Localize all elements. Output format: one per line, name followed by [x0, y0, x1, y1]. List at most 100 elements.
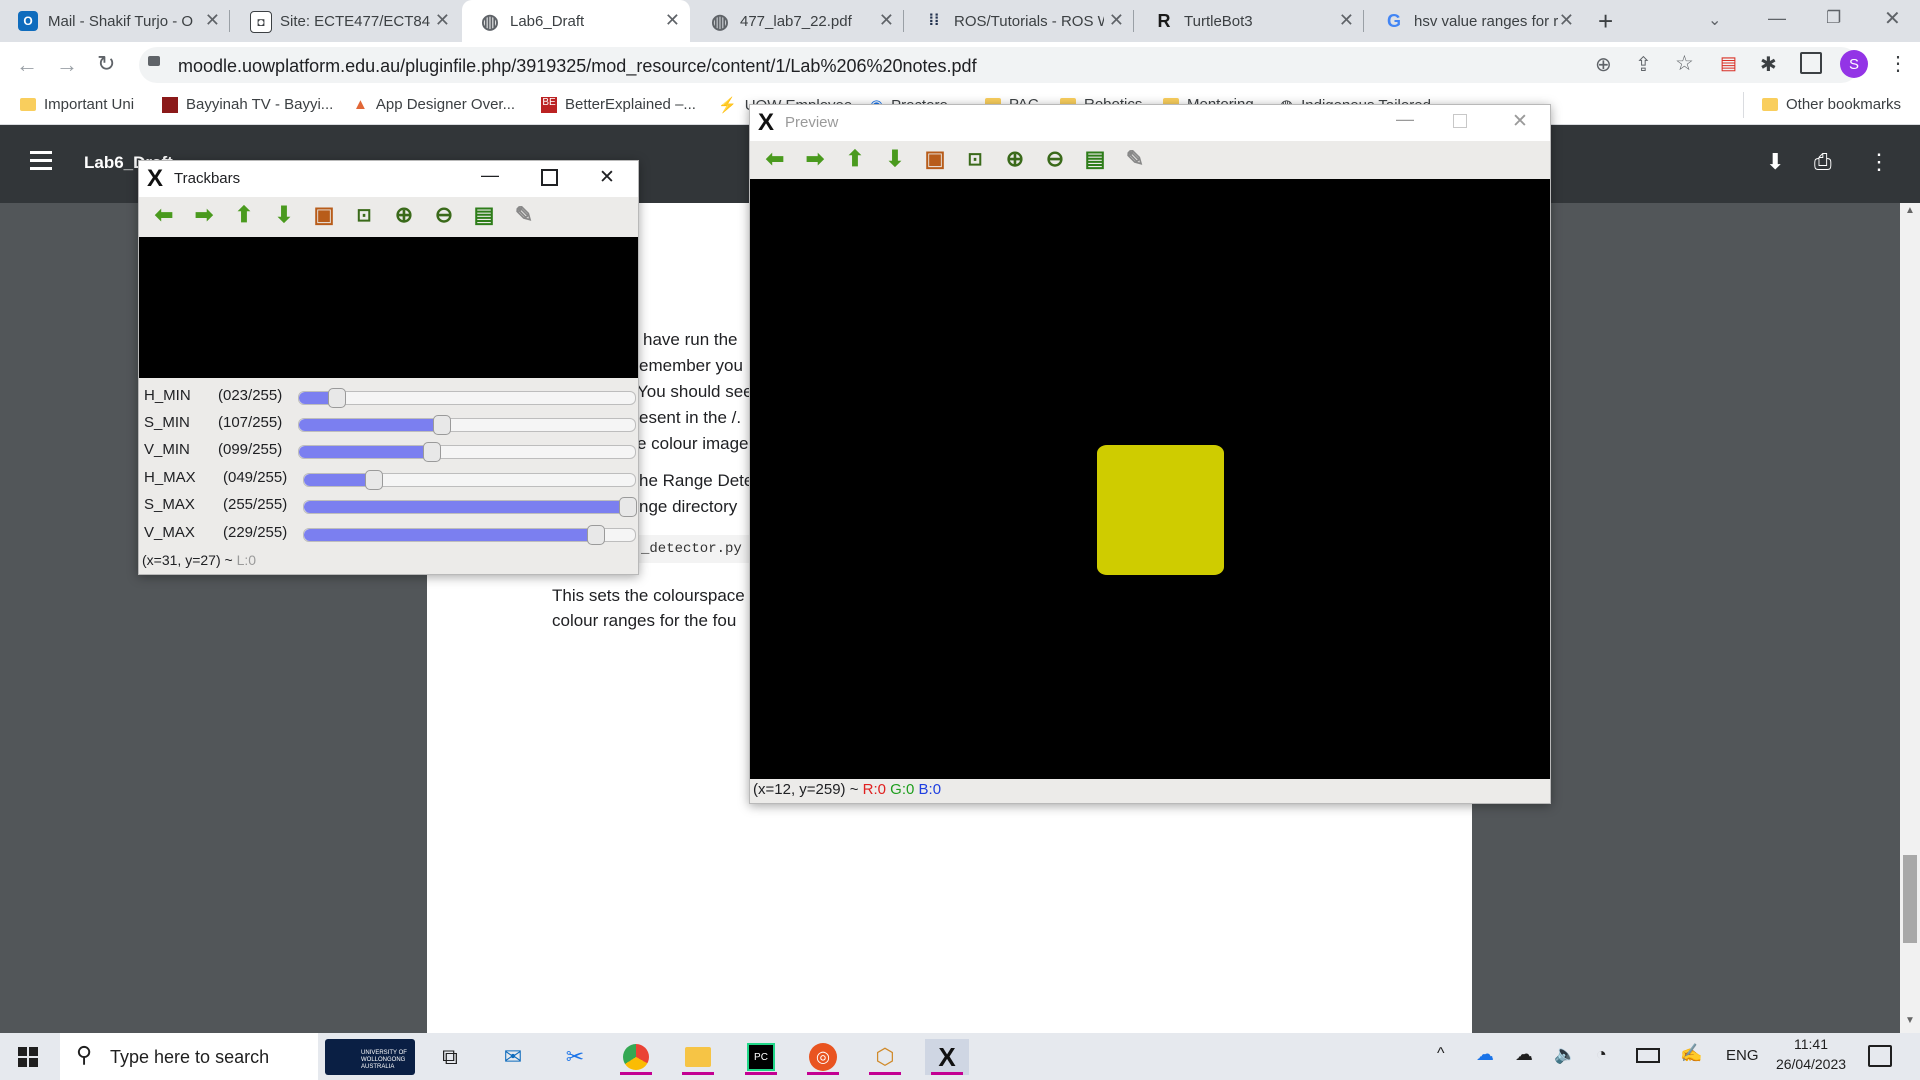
- pen-icon[interactable]: ✍: [1680, 1043, 1702, 1064]
- close-icon[interactable]: ✕: [205, 10, 220, 31]
- onedrive-sync-icon[interactable]: ☁: [1476, 1044, 1494, 1065]
- zoom-in-icon[interactable]: ⊕: [387, 201, 421, 229]
- close-icon[interactable]: ✕: [1109, 10, 1124, 31]
- forward-icon[interactable]: →: [56, 52, 78, 78]
- pdf-extension-icon[interactable]: ▤: [1720, 53, 1737, 74]
- tab-lab7-pdf[interactable]: ◍ 477_lab7_22.pdf ✕: [692, 0, 904, 42]
- slider-handle[interactable]: [364, 470, 383, 490]
- slider-h-max[interactable]: H_MAX (049/255): [139, 464, 638, 491]
- zoom-icon[interactable]: ⊕: [1595, 52, 1612, 77]
- pycharm-icon[interactable]: PC: [739, 1039, 783, 1075]
- pan-right-icon[interactable]: ➡: [798, 145, 832, 173]
- slider-track[interactable]: [298, 388, 636, 408]
- pan-left-icon[interactable]: ⬅: [758, 145, 792, 173]
- slider-handle[interactable]: [327, 388, 346, 408]
- zoom-original-icon[interactable]: ▣: [307, 201, 341, 229]
- close-icon[interactable]: ✕: [879, 10, 894, 31]
- window-titlebar[interactable]: X Preview — ✕: [750, 105, 1550, 141]
- minimize-icon[interactable]: —: [1768, 8, 1786, 29]
- slider-h-min[interactable]: H_MIN (023/255): [139, 382, 638, 409]
- properties-icon[interactable]: ✎: [1118, 145, 1152, 173]
- extensions-icon[interactable]: ✱: [1760, 52, 1777, 77]
- tab-search-icon[interactable]: ⌄: [1708, 10, 1721, 30]
- window-titlebar[interactable]: X Trackbars — ✕: [139, 161, 638, 197]
- profile-avatar[interactable]: S: [1840, 50, 1868, 78]
- print-icon[interactable]: ⎙: [1814, 149, 1832, 175]
- zoom-in-icon[interactable]: ⊕: [998, 145, 1032, 173]
- windows-start-icon[interactable]: [18, 1047, 38, 1067]
- tab-lab6-draft[interactable]: ◍ Lab6_Draft ✕: [462, 0, 690, 42]
- side-panel-icon[interactable]: [1800, 52, 1822, 74]
- maximize-icon[interactable]: [1453, 114, 1467, 128]
- slider-track[interactable]: [303, 525, 636, 545]
- reload-icon[interactable]: ↻: [97, 51, 115, 77]
- slider-s-max[interactable]: S_MAX (255/255): [139, 491, 638, 518]
- download-icon[interactable]: ⬇: [1766, 149, 1784, 175]
- tab-site[interactable]: ◘ Site: ECTE477/ECT847 ✕: [232, 0, 460, 42]
- scroll-down-icon[interactable]: ▼: [1905, 1015, 1915, 1026]
- zoom-fit-icon[interactable]: ⊡: [347, 201, 381, 229]
- uow-app-icon[interactable]: UNIVERSITY OF WOLLONGONG AUSTRALIA: [325, 1039, 415, 1075]
- onedrive-icon[interactable]: ☁: [1515, 1044, 1533, 1065]
- search-box[interactable]: ⚲ Type here to search: [60, 1033, 318, 1080]
- battery-icon[interactable]: [1636, 1048, 1660, 1063]
- tab-hsv-search[interactable]: G hsv value ranges for r ✕: [1366, 0, 1584, 42]
- slider-v-min[interactable]: V_MIN (099/255): [139, 436, 638, 463]
- maximize-icon[interactable]: [541, 169, 558, 186]
- virtualbox-icon[interactable]: ⬡: [863, 1039, 907, 1075]
- slider-handle[interactable]: [586, 525, 605, 545]
- wifi-icon[interactable]: ◔: [1596, 1044, 1607, 1065]
- close-icon[interactable]: ✕: [1339, 10, 1354, 31]
- close-icon[interactable]: ✕: [435, 10, 450, 31]
- new-tab-button[interactable]: +: [1598, 6, 1613, 37]
- other-bookmarks[interactable]: Other bookmarks: [1762, 96, 1901, 113]
- bookmark-item[interactable]: Important Uni: [20, 96, 134, 113]
- scroll-up-icon[interactable]: ▲: [1905, 205, 1915, 216]
- tab-mail[interactable]: O Mail - Shakif Turjo - O ✕: [0, 0, 230, 42]
- close-icon[interactable]: ✕: [1512, 110, 1528, 133]
- slider-track[interactable]: [298, 415, 636, 435]
- properties-icon[interactable]: ✎: [507, 201, 541, 229]
- close-icon[interactable]: ✕: [665, 10, 680, 31]
- pan-right-icon[interactable]: ➡: [187, 201, 221, 229]
- minimize-icon[interactable]: —: [1396, 109, 1414, 130]
- restore-icon[interactable]: ❐: [1826, 8, 1841, 28]
- share-icon[interactable]: ⇪: [1635, 52, 1652, 77]
- close-icon[interactable]: ✕: [1559, 10, 1574, 31]
- speaker-icon[interactable]: 🔈: [1554, 1044, 1576, 1065]
- zoom-out-icon[interactable]: ⊖: [1038, 145, 1072, 173]
- notifications-icon[interactable]: [1868, 1045, 1892, 1067]
- zoom-fit-icon[interactable]: ⊡: [958, 145, 992, 173]
- show-hidden-icons[interactable]: ^: [1437, 1045, 1445, 1063]
- file-explorer-icon[interactable]: [676, 1039, 720, 1075]
- save-icon[interactable]: ▤: [467, 201, 501, 229]
- pan-down-icon[interactable]: ⬇: [878, 145, 912, 173]
- mail-icon[interactable]: ✉: [491, 1039, 535, 1075]
- pan-down-icon[interactable]: ⬇: [267, 201, 301, 229]
- slider-handle[interactable]: [433, 415, 452, 435]
- bookmark-item[interactable]: Bayyinah TV - Bayyi...: [162, 96, 333, 113]
- scrollbar-thumb[interactable]: [1903, 855, 1917, 943]
- slider-handle[interactable]: [423, 442, 442, 462]
- tab-ros-tutorials[interactable]: ⁞⁞ ROS/Tutorials - ROS W ✕: [906, 0, 1134, 42]
- x-server-icon[interactable]: X: [925, 1039, 969, 1075]
- bookmark-star-icon[interactable]: ☆: [1675, 51, 1694, 76]
- ubuntu-icon[interactable]: ◎: [801, 1039, 845, 1075]
- clock[interactable]: 11:41 26/04/2023: [1772, 1036, 1850, 1072]
- pan-up-icon[interactable]: ⬆: [227, 201, 261, 229]
- bookmark-item[interactable]: ▲ App Designer Over...: [353, 96, 515, 113]
- slider-track[interactable]: [303, 470, 636, 490]
- chrome-icon[interactable]: [614, 1039, 658, 1075]
- minimize-icon[interactable]: —: [481, 165, 499, 186]
- zoom-original-icon[interactable]: ▣: [918, 145, 952, 173]
- bookmark-item[interactable]: BE BetterExplained –...: [541, 96, 696, 113]
- more-options-icon[interactable]: ⋮: [1868, 149, 1890, 175]
- pan-up-icon[interactable]: ⬆: [838, 145, 872, 173]
- pan-left-icon[interactable]: ⬅: [147, 201, 181, 229]
- back-icon[interactable]: ←: [16, 52, 38, 78]
- slider-v-max[interactable]: V_MAX (229/255): [139, 519, 638, 546]
- slider-track[interactable]: [298, 442, 636, 462]
- pdf-scrollbar[interactable]: ▲ ▼: [1900, 203, 1920, 1033]
- menu-kebab-icon[interactable]: ⋮: [1888, 51, 1908, 76]
- close-window-icon[interactable]: ✕: [1884, 6, 1901, 31]
